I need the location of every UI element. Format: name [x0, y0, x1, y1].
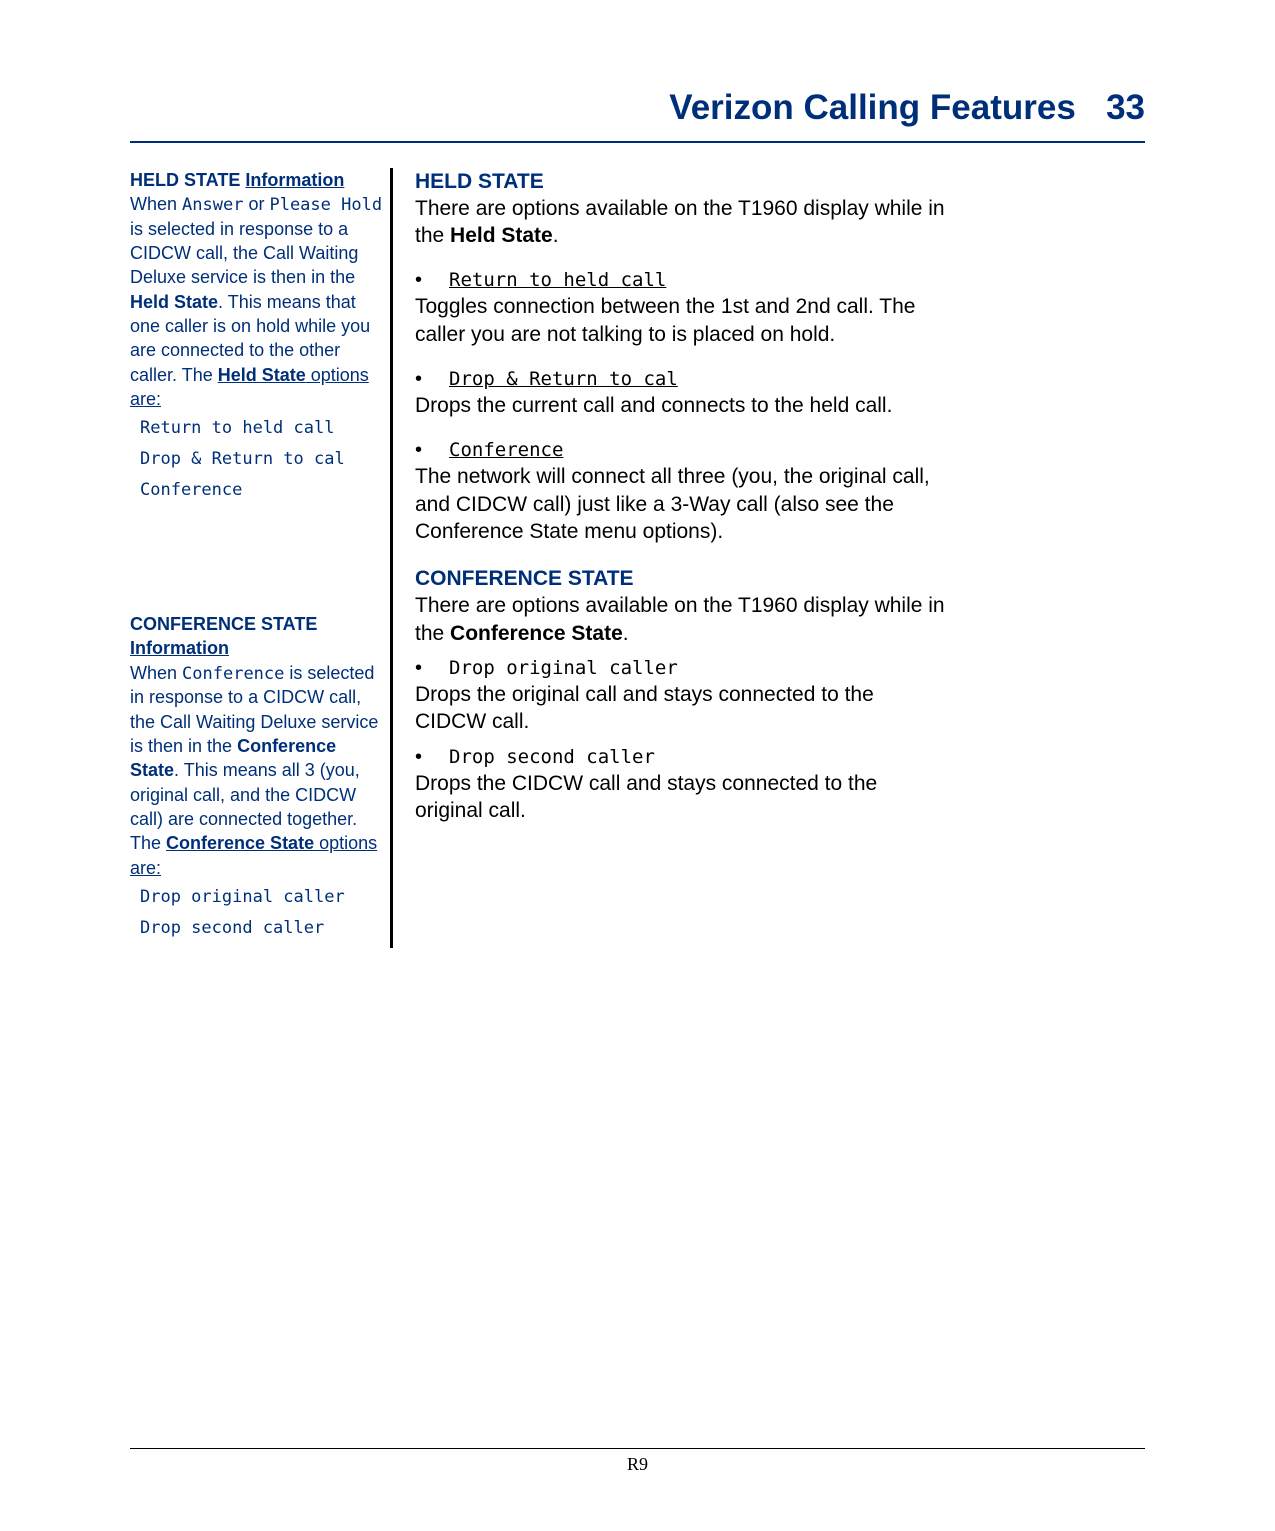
bold-text: Conference State	[166, 833, 314, 853]
list-item: Drop original caller	[140, 886, 390, 909]
sidebar-conf-title: CONFERENCE STATE Information	[130, 612, 390, 661]
conference-state-section: CONFERENCE STATE There are options avail…	[415, 565, 945, 824]
header-rule	[130, 141, 1145, 143]
bold-text: Conference State	[450, 622, 623, 645]
sidebar-conf-text: When Conference is selected in response …	[130, 661, 390, 880]
text: .	[623, 622, 629, 645]
list-item: Drop & Return to cal	[140, 448, 390, 471]
bullet-item: • Drop original caller	[415, 655, 945, 681]
sidebar-conf-options: Drop original caller Drop second caller	[140, 886, 390, 940]
header-page-number: 33	[1106, 88, 1145, 127]
footer-text: R9	[0, 1453, 1275, 1476]
bullet-item: • Drop & Return to cal	[415, 366, 945, 392]
bullet-desc: Toggles connection between the 1st and 2…	[415, 293, 945, 348]
bullet-desc: Drops the CIDCW call and stays connected…	[415, 770, 945, 825]
mono-text: Conference	[182, 664, 284, 684]
list-item: Return to held call	[140, 417, 390, 440]
text: .	[553, 224, 559, 247]
bullet-icon: •	[415, 437, 449, 463]
content-columns: HELD STATE Information When Answer or Pl…	[130, 168, 1145, 948]
bullet-icon: •	[415, 366, 449, 392]
bullet-icon: •	[415, 655, 449, 681]
mono-text: Please Hold	[269, 195, 382, 215]
page: Verizon Calling Features 33 HELD STATE I…	[0, 0, 1275, 1531]
held-state-heading: HELD STATE	[415, 168, 945, 195]
footer-rule	[130, 1448, 1145, 1449]
page-header: Verizon Calling Features 33	[130, 85, 1145, 131]
sidebar-conf-block: CONFERENCE STATE Information When Confer…	[130, 612, 390, 940]
conference-state-heading: CONFERENCE STATE	[415, 565, 945, 592]
bullet-label: Return to held call	[449, 268, 666, 293]
bullet-label: Conference	[449, 438, 563, 463]
bullet-item: • Conference	[415, 437, 945, 463]
header-title: Verizon Calling Features	[669, 88, 1076, 127]
bullet-desc: Drops the current call and connects to t…	[415, 392, 945, 419]
conference-state-intro: There are options available on the T1960…	[415, 592, 945, 647]
bullet-desc: The network will connect all three (you,…	[415, 463, 945, 545]
bullet-desc: Drops the original call and stays connec…	[415, 681, 945, 736]
bold-text: Held State	[130, 292, 218, 312]
bullet-label: Drop second caller	[449, 745, 655, 770]
bullet-item: • Drop second caller	[415, 744, 945, 770]
sidebar-held-text: When Answer or Please Hold is selected i…	[130, 192, 390, 411]
list-item: Drop second caller	[140, 917, 390, 940]
text: is selected in response to a CIDCW call,…	[130, 219, 358, 288]
text: When	[130, 663, 182, 683]
sidebar-held-block: HELD STATE Information When Answer or Pl…	[130, 168, 390, 502]
held-state-section: HELD STATE There are options available o…	[415, 168, 945, 546]
bold-text: Held State	[450, 224, 553, 247]
bold-text: Held State	[218, 365, 306, 385]
list-item: Conference	[140, 479, 390, 502]
bullet-icon: •	[415, 744, 449, 770]
held-state-intro: There are options available on the T1960…	[415, 195, 945, 250]
bullet-label: Drop original caller	[449, 656, 678, 681]
bullet-item: • Return to held call	[415, 267, 945, 293]
mono-text: Answer	[182, 195, 243, 215]
text: When	[130, 194, 182, 214]
text: or	[243, 194, 269, 214]
sidebar: HELD STATE Information When Answer or Pl…	[130, 168, 390, 948]
sidebar-held-title: HELD STATE Information	[130, 168, 390, 192]
bullet-icon: •	[415, 267, 449, 293]
bullet-label: Drop & Return to cal	[449, 367, 678, 392]
sidebar-held-options: Return to held call Drop & Return to cal…	[140, 417, 390, 502]
main-column: HELD STATE There are options available o…	[390, 168, 945, 948]
